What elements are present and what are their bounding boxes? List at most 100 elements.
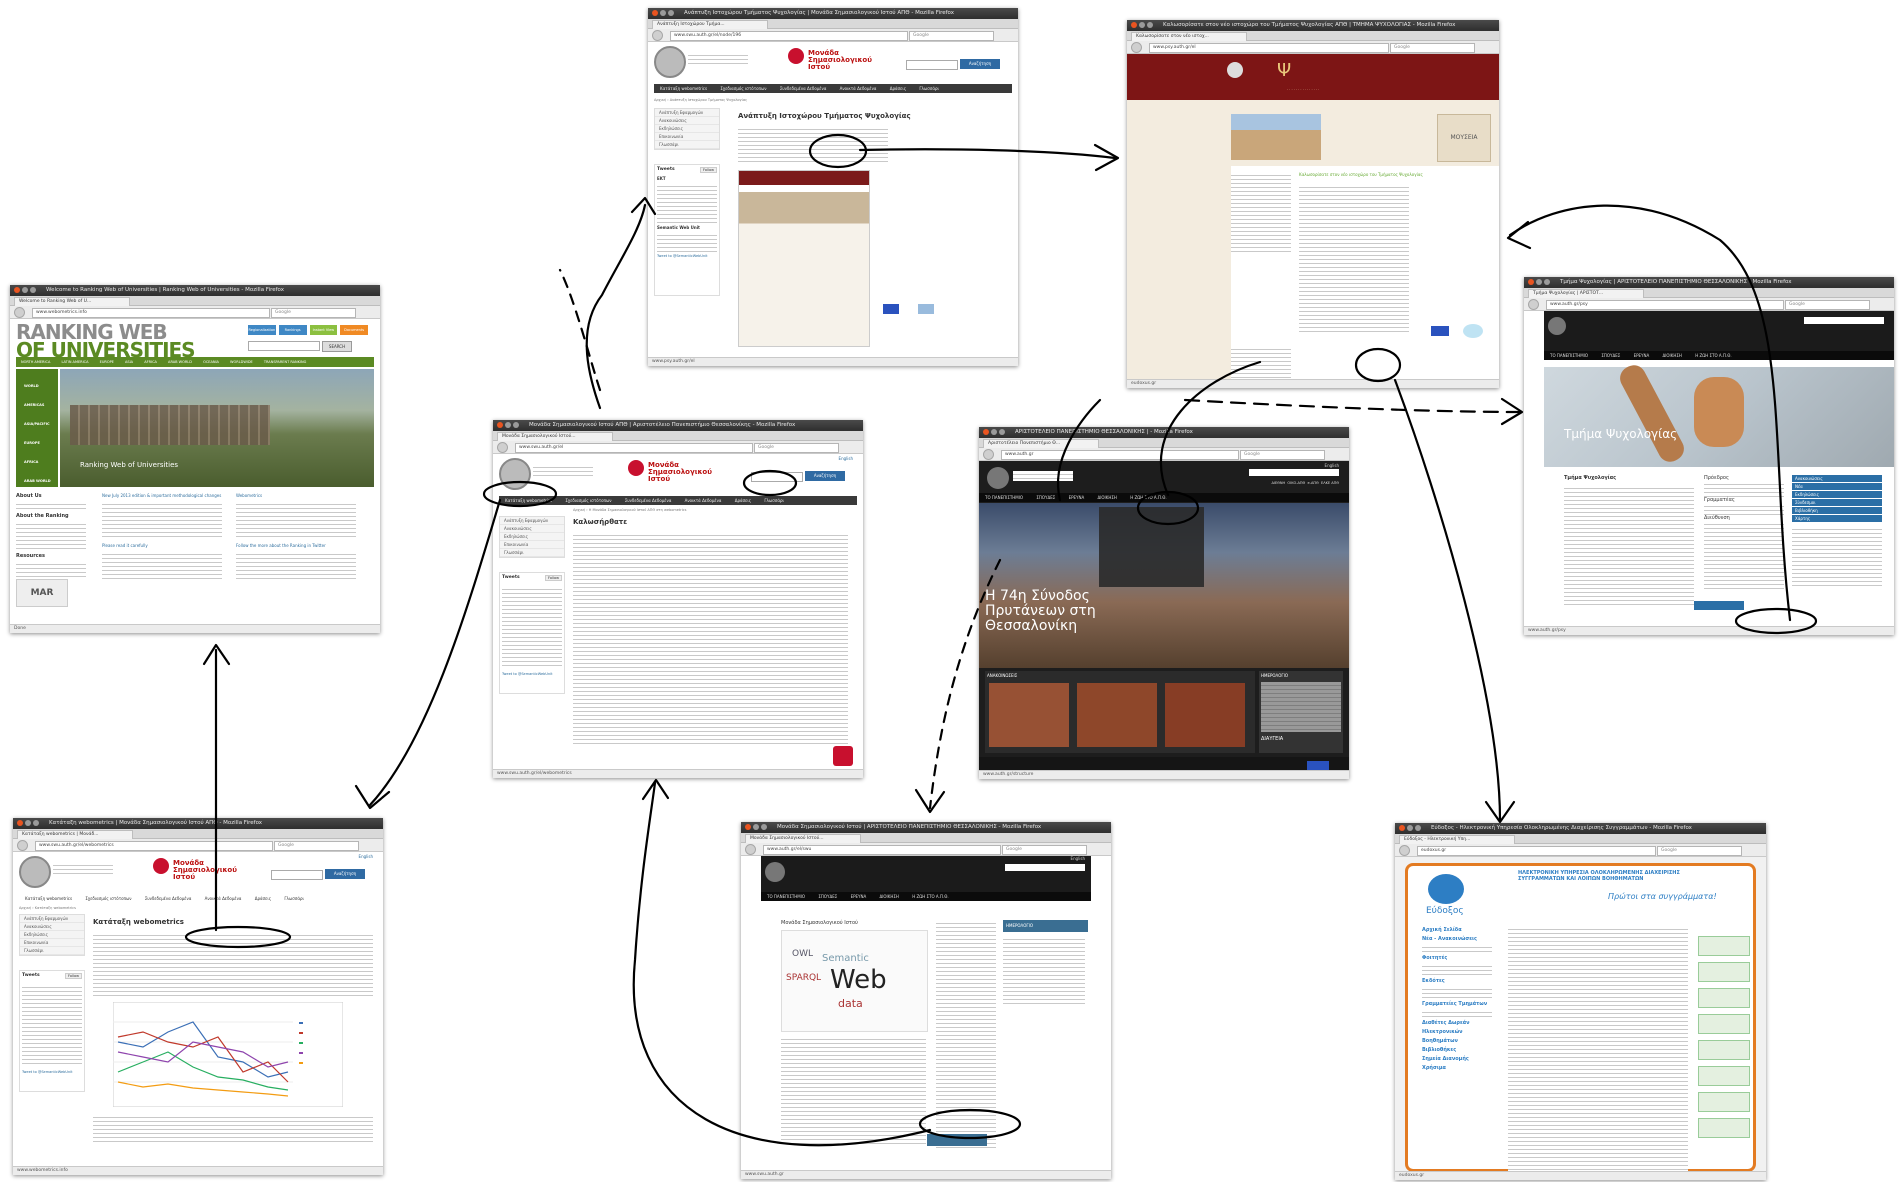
search-engine-field[interactable]: Google <box>909 31 994 41</box>
search-input[interactable] <box>1005 864 1085 871</box>
sidebar-item-contact[interactable]: Επικοινωνία <box>500 541 564 549</box>
mark-logo[interactable]: MAR <box>16 579 68 607</box>
url-field[interactable]: www.auth.gr/el/swu <box>763 845 1001 855</box>
menu-research[interactable]: ΕΡΕΥΝΑ <box>1634 353 1650 358</box>
search-input[interactable] <box>906 60 958 70</box>
sidebar-item-apps[interactable]: Ανάπτυξη Εφαρμογών <box>500 517 564 525</box>
menu-studies[interactable]: ΣΠΟΥΔΕΣ <box>818 894 837 899</box>
window-titlebar[interactable]: ΑΡΙΣΤΟΤΕΛΕΙΟ ΠΑΝΕΠΙΣΤΗΜΙΟ ΘΕΣΣΑΛΟΝΙΚΗΣ |… <box>979 427 1349 438</box>
minimize-icon[interactable] <box>22 287 28 293</box>
maximize-icon[interactable] <box>761 824 767 830</box>
site-search-button[interactable]: SEARCH <box>322 341 352 352</box>
url-field[interactable]: www.auth.gr <box>1001 450 1239 460</box>
menu-life[interactable]: Η ΖΩΗ ΣΤΟ Α.Π.Θ. <box>1130 495 1166 500</box>
eudoxus-logo-icon[interactable] <box>1428 874 1464 904</box>
quick-link-7[interactable] <box>1698 1092 1750 1112</box>
url-field[interactable]: www.swu.auth.gr/el <box>515 443 753 453</box>
menu-actions[interactable]: Δράσεις <box>735 498 751 503</box>
menu-university[interactable]: ΤΟ ΠΑΝΕΠΙΣΤΗΜΙΟ <box>767 894 805 899</box>
minimize-icon[interactable] <box>991 429 997 435</box>
url-field[interactable]: www.swu.auth.gr/el/webometrics <box>35 841 273 851</box>
search-engine-field[interactable]: Google <box>754 443 839 453</box>
follow-button[interactable]: Follow <box>65 973 82 979</box>
browser-tab[interactable]: Τμήμα Ψυχολογίας | ΑΡΙΣΤΟΤ... <box>1528 289 1644 298</box>
auth-seal-logo[interactable] <box>654 46 686 78</box>
sidebar-item-publishers[interactable]: Εκδότες <box>1422 977 1492 986</box>
search-input[interactable] <box>751 472 803 482</box>
back-icon[interactable] <box>1528 299 1539 310</box>
auth-seal-logo[interactable] <box>499 458 531 490</box>
sidebar-item-glossary[interactable]: Γλωσσάρι <box>500 549 564 557</box>
menu-webometrics[interactable]: Κατάταξη webometrics <box>660 86 707 91</box>
menu-studies[interactable]: ΣΠΟΥΔΕΣ <box>1036 495 1055 500</box>
tweet-to-link[interactable]: Tweet to @SemanticWebUnit <box>500 670 564 678</box>
tab-africa[interactable]: AFRICA <box>144 360 157 364</box>
close-icon[interactable] <box>17 820 23 826</box>
language-link[interactable]: English <box>1325 463 1339 468</box>
follow-button[interactable]: Follow <box>545 575 562 581</box>
minimize-icon[interactable] <box>1139 22 1145 28</box>
site-search-input[interactable] <box>248 341 320 351</box>
dropdown-menu[interactable] <box>1099 507 1204 587</box>
top-link-eauth[interactable]: e-ΑΠΘ <box>1308 481 1319 485</box>
browser-tab[interactable]: Welcome to Ranking Web of U... <box>14 297 130 306</box>
minimize-icon[interactable] <box>25 820 31 826</box>
maximize-icon[interactable] <box>1147 22 1153 28</box>
auth-seal-logo[interactable] <box>19 856 51 888</box>
auth-seal-logo[interactable] <box>1548 317 1566 335</box>
diavgeia-link[interactable]: ΔΙΑΥΓΕΙΑ <box>1259 734 1343 744</box>
back-icon[interactable] <box>497 442 508 453</box>
sidebar-item-announcements[interactable]: Ανακοινώσεις <box>500 525 564 533</box>
window-titlebar[interactable]: Τμήμα Ψυχολογίας | ΑΡΙΣΤΟΤΕΛΕΙΟ ΠΑΝΕΠΙΣΤ… <box>1524 277 1894 288</box>
language-link[interactable]: English <box>1071 856 1085 861</box>
menu-life[interactable]: Η ΖΩΗ ΣΤΟ Α.Π.Θ. <box>912 894 948 899</box>
back-icon[interactable] <box>1131 42 1142 53</box>
sidebar-item-contact[interactable]: Επικοινωνία <box>20 939 84 947</box>
menu-open-data[interactable]: Ανοικτά Δεδομένα <box>840 86 877 91</box>
minimize-icon[interactable] <box>1536 279 1542 285</box>
search-engine-field[interactable]: Google <box>1240 450 1325 460</box>
news-link-3[interactable]: Please read it carefully <box>102 543 222 548</box>
sidebar-item-events[interactable]: Εκδηλώσεις <box>1792 491 1882 498</box>
quick-link-4[interactable] <box>1698 1014 1750 1034</box>
menu-linked-data[interactable]: Συνδεδεμένα Δεδομένα <box>145 896 192 901</box>
auth-seal-logo[interactable] <box>765 862 785 882</box>
search-button[interactable]: Αναζήτηση <box>805 471 845 481</box>
top-button-regionalization[interactable]: Regionalization <box>248 325 276 335</box>
swu-logo-text[interactable]: Μονάδα Σημασιολογικού Ιστού <box>173 860 243 881</box>
browser-tab[interactable]: Μονάδα Σημασιολογικού Ιστού... <box>745 834 861 843</box>
maximize-icon[interactable] <box>999 429 1005 435</box>
sidebar-item-glossary[interactable]: Γλωσσάρι <box>655 141 719 149</box>
menu-research[interactable]: ΕΡΕΥΝΑ <box>1069 495 1085 500</box>
sidebar-item-library[interactable]: Βιβλιοθήκη <box>1792 507 1882 514</box>
menu-life[interactable]: Η ΖΩΗ ΣΤΟ Α.Π.Θ. <box>1695 353 1731 358</box>
menu-research[interactable]: ΕΡΕΥΝΑ <box>851 894 867 899</box>
search-input[interactable] <box>1804 317 1884 324</box>
menu-administration[interactable]: ΔΙΟΙΚΗΣΗ <box>1662 353 1681 358</box>
menu-site-design[interactable]: Σχεδιασμός ιστότοπων <box>85 896 131 901</box>
menu-actions[interactable]: Δράσεις <box>890 86 906 91</box>
menu-linked-data[interactable]: Συνδεδεμένα Δεδομένα <box>625 498 672 503</box>
menu-glossary[interactable]: Γλωσσάρι <box>764 498 784 503</box>
close-icon[interactable] <box>14 287 20 293</box>
highlight-button[interactable] <box>927 1134 987 1146</box>
news-link-2[interactable]: Webometrics <box>236 493 356 498</box>
region-arab-world[interactable]: ARAB WORLD <box>24 472 58 491</box>
menu-actions[interactable]: Δράσεις <box>255 896 271 901</box>
sidebar-item-distribution[interactable]: Σημεία Διανομής <box>1422 1055 1492 1064</box>
menu-open-data[interactable]: Ανοικτά Δεδομένα <box>685 498 722 503</box>
sidebar-item-providers[interactable]: Διαθέτες Δωρεάν Ηλεκτρονικών Βοηθημάτων <box>1422 1019 1492 1046</box>
quick-link-1[interactable] <box>1698 936 1750 956</box>
tweet-to-link[interactable]: Tweet to @SemanticWebUnit <box>655 252 719 260</box>
search-engine-field[interactable]: Google <box>1657 846 1742 856</box>
top-button-rankings[interactable]: Rankings <box>278 325 307 335</box>
swu-logo-text[interactable]: Μονάδα Σημασιολογικού Ιστού <box>648 462 718 483</box>
maximize-icon[interactable] <box>30 287 36 293</box>
news-link-1[interactable]: New July 2013 edition & important method… <box>102 493 222 498</box>
language-link[interactable]: English <box>359 854 373 859</box>
browser-tab[interactable]: Καλωσορίσατε στον νέο ιστοχ... <box>1131 32 1247 41</box>
quick-link-3[interactable] <box>1698 988 1750 1008</box>
hero-banner[interactable]: Η 74η Σύνοδος Πρυτάνεων στη Θεσσαλονίκη <box>979 503 1349 668</box>
url-field[interactable]: www.swu.auth.gr/el/node/196 <box>670 31 908 41</box>
window-titlebar[interactable]: Εύδοξος - Ηλεκτρονική Υπηρεσία Ολοκληρωμ… <box>1395 823 1766 834</box>
